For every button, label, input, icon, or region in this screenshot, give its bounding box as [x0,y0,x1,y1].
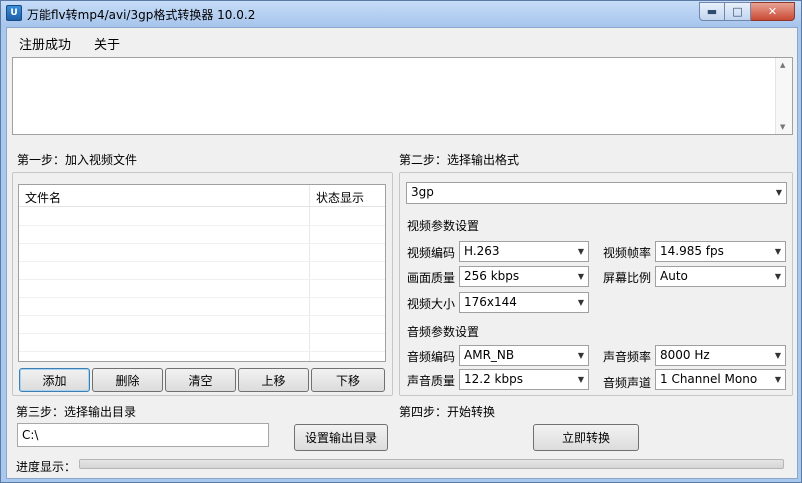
menu-bar: 注册成功 关于 [7,28,797,56]
window-controls: ▬ □ ✕ [699,2,795,21]
table-row [19,297,385,298]
aspect-ratio-value: Auto [660,269,688,283]
title-bar[interactable]: U 万能flv转mp4/avi/3gp格式转换器 10.0.2 ▬ □ ✕ [1,1,801,27]
video-size-label: 视频大小 [407,297,456,311]
sample-rate-label: 声音频率 [603,350,652,364]
step2-title: 第二步：选择输出格式 [399,153,520,167]
client-area: 注册成功 关于 ▲ ▼ 第一步：加入视频文件 文件名 状态显示 添加 删除 清空… [6,27,798,479]
app-window: U 万能flv转mp4/avi/3gp格式转换器 10.0.2 ▬ □ ✕ 注册… [0,0,802,483]
maximize-icon: □ [732,5,743,18]
video-framerate-select[interactable]: 14.985 fps ▼ [655,241,786,262]
app-icon: U [6,5,22,21]
column-filename[interactable]: 文件名 [25,189,61,206]
chevron-down-icon: ▼ [577,272,584,281]
aspect-ratio-label: 屏幕比例 [603,271,652,285]
table-row [19,225,385,226]
table-row [19,333,385,334]
audio-codec-label: 音频编码 [407,350,456,364]
video-codec-label: 视频编码 [407,246,456,260]
table-row [19,261,385,262]
chevron-down-icon: ▼ [774,375,781,384]
minimize-button[interactable]: ▬ [699,2,725,21]
format-value: 3gp [411,185,434,199]
progress-bar [79,459,784,469]
file-list-header: 文件名 状态显示 [19,185,385,207]
video-codec-value: H.263 [464,244,500,258]
scroll-down-icon[interactable]: ▼ [780,123,785,131]
audio-channels-select[interactable]: 1 Channel Mono ▼ [655,369,786,390]
video-size-value: 176x144 [464,295,517,309]
table-row [19,279,385,280]
table-row [19,243,385,244]
chevron-down-icon: ▼ [775,188,782,197]
video-framerate-value: 14.985 fps [660,244,724,258]
audio-quality-select[interactable]: 12.2 kbps ▼ [459,369,589,390]
chevron-down-icon: ▼ [774,272,781,281]
step1-title: 第一步：加入视频文件 [17,153,138,167]
sample-rate-select[interactable]: 8000 Hz ▼ [655,345,786,366]
chevron-down-icon: ▼ [577,247,584,256]
video-codec-select[interactable]: H.263 ▼ [459,241,589,262]
chevron-down-icon: ▼ [577,298,584,307]
video-quality-label: 画面质量 [407,271,456,285]
menu-about[interactable]: 关于 [94,34,120,53]
table-row [19,315,385,316]
chevron-down-icon: ▼ [577,351,584,360]
maximize-button[interactable]: □ [725,2,751,21]
video-framerate-label: 视频帧率 [603,246,652,260]
aspect-ratio-select[interactable]: Auto ▼ [655,266,786,287]
file-list[interactable]: 文件名 状态显示 [18,184,386,362]
audio-channels-value: 1 Channel Mono [660,372,758,386]
set-output-dir-button[interactable]: 设置输出目录 [294,424,388,451]
chevron-down-icon: ▼ [577,375,584,384]
audio-channels-label: 音频声道 [603,376,652,390]
sample-rate-value: 8000 Hz [660,348,710,362]
move-down-button[interactable]: 下移 [311,368,385,392]
menu-register[interactable]: 注册成功 [19,34,71,53]
video-quality-value: 256 kbps [464,269,520,283]
minimize-icon: ▬ [706,5,718,18]
audio-section-title: 音频参数设置 [407,325,480,339]
delete-button[interactable]: 删除 [92,368,163,392]
video-size-select[interactable]: 176x144 ▼ [459,292,589,313]
add-button[interactable]: 添加 [19,368,90,392]
chevron-down-icon: ▼ [774,351,781,360]
format-select[interactable]: 3gp ▼ [406,182,787,204]
convert-now-button[interactable]: 立即转换 [533,424,639,451]
clear-button[interactable]: 清空 [165,368,236,392]
window-title: 万能flv转mp4/avi/3gp格式转换器 10.0.2 [27,8,256,22]
column-status[interactable]: 状态显示 [316,189,364,206]
log-textarea[interactable]: ▲ ▼ [12,57,793,135]
step3-title: 第三步：选择输出目录 [16,405,137,419]
audio-codec-value: AMR_NB [464,348,515,362]
audio-codec-select[interactable]: AMR_NB ▼ [459,345,589,366]
output-dir-field[interactable]: C:\ [17,423,269,447]
chevron-down-icon: ▼ [774,247,781,256]
table-row [19,351,385,352]
column-separator [309,185,310,361]
video-quality-select[interactable]: 256 kbps ▼ [459,266,589,287]
scroll-up-icon[interactable]: ▲ [780,61,785,69]
move-up-button[interactable]: 上移 [238,368,309,392]
audio-quality-label: 声音质量 [407,374,456,388]
video-section-title: 视频参数设置 [407,219,480,233]
log-scrollbar[interactable]: ▲ ▼ [775,58,792,134]
close-icon: ✕ [767,5,778,18]
audio-quality-value: 12.2 kbps [464,372,523,386]
progress-label: 进度显示： [16,460,77,474]
step4-title: 第四步：开始转换 [399,405,496,419]
close-button[interactable]: ✕ [751,2,795,21]
